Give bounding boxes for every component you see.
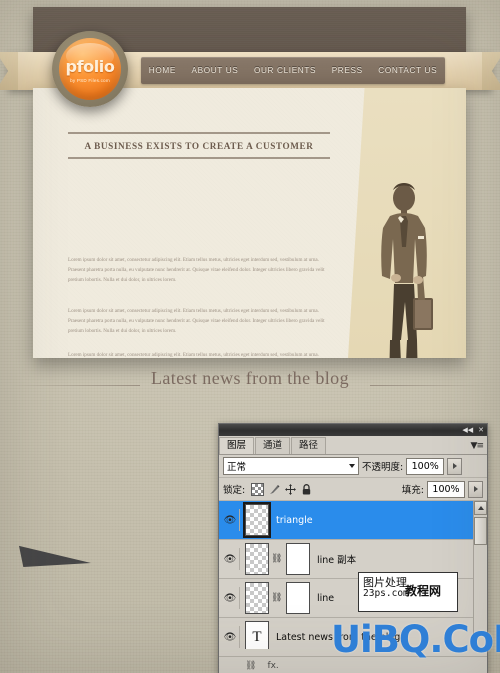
lock-row[interactable]: 锁定: 填充: 100%: [219, 478, 487, 501]
watermark-text: UiBQ.CoM: [331, 618, 500, 661]
layer-style-fx-icon[interactable]: fx.: [267, 661, 278, 671]
layer-visibility-eye-icon[interactable]: 👁: [221, 509, 240, 531]
headline-rule-top: [68, 132, 330, 134]
chevron-down-icon[interactable]: [349, 464, 355, 468]
layer-visibility-eye-icon[interactable]: 👁: [221, 626, 240, 648]
layer-mask-link-icon[interactable]: ⛓: [271, 593, 282, 603]
text-layer-thumbnail[interactable]: T: [245, 621, 269, 649]
blog-section-title: Latest news from the blog: [151, 368, 349, 388]
scrollbar-thumb[interactable]: [474, 517, 487, 545]
layer-mask-thumbnail[interactable]: [286, 582, 310, 614]
blend-mode-value: 正常: [227, 462, 247, 473]
blog-divider-section: Latest news from the blog: [0, 368, 500, 402]
lock-icon-group[interactable]: [251, 482, 312, 496]
scroll-up-arrow-icon[interactable]: [474, 501, 487, 515]
fill-label: 填充:: [401, 485, 424, 496]
blend-mode-row[interactable]: 正常 不透明度: 100%: [219, 455, 487, 478]
layer-row-triangle[interactable]: 👁 triangle: [219, 501, 487, 540]
layer-visibility-eye-icon[interactable]: 👁: [221, 548, 240, 570]
layer-name[interactable]: triangle: [276, 515, 313, 526]
tab-channels[interactable]: 通道: [255, 437, 291, 454]
layer-mask-link-icon[interactable]: ⛓: [271, 554, 282, 564]
stamp-url-text: 23ps.com: [363, 588, 409, 599]
logo-wordmark: pfolio: [65, 57, 115, 76]
site-logo-badge[interactable]: pfolio by PSD Files.com: [52, 31, 128, 107]
nav-item-press[interactable]: PRESS: [330, 66, 365, 75]
collapse-icon[interactable]: ◀◀: [462, 426, 473, 434]
nav-item-contact-us[interactable]: CONTACT US: [376, 66, 439, 75]
hero-paragraph-3: Lorem ipsum dolor sit amet, consectetur …: [68, 352, 319, 358]
layer-name[interactable]: line 副本: [317, 552, 356, 566]
site-stamp-box: 图片处理 23ps.com 教程网: [358, 572, 458, 612]
layer-visibility-eye-icon[interactable]: 👁: [221, 587, 240, 609]
panel-tabs[interactable]: 图层 通道 路径 ▼≡: [219, 436, 487, 455]
link-layers-icon[interactable]: ⛓: [245, 661, 256, 671]
tab-layers[interactable]: 图层: [219, 437, 255, 454]
layer-thumbnail[interactable]: [245, 582, 269, 614]
layer-thumbnail[interactable]: [245, 543, 269, 575]
nav-item-our-clients[interactable]: OUR CLIENTS: [252, 66, 318, 75]
businessman-illustration: [381, 183, 433, 358]
blend-mode-select[interactable]: 正常: [223, 457, 359, 475]
hero-headline: A BUSINESS EXISTS TO CREATE A CUSTOMER: [84, 141, 314, 151]
fill-stepper[interactable]: [468, 480, 483, 498]
stamp-chinese-text-secondary: 教程网: [405, 584, 442, 598]
panel-titlebar[interactable]: ◀◀ ✕: [219, 424, 487, 436]
lock-all-padlock-icon[interactable]: [301, 483, 312, 495]
layer-mask-thumbnail[interactable]: [286, 543, 310, 575]
lock-image-brush-icon[interactable]: [269, 484, 280, 495]
main-navigation[interactable]: HOME ABOUT US OUR CLIENTS PRESS CONTACT …: [141, 57, 445, 84]
opacity-label: 不透明度:: [362, 462, 404, 473]
screenshot-root: HOME ABOUT US OUR CLIENTS PRESS CONTACT …: [0, 0, 500, 673]
logo-subtitle: by PSD Files.com: [70, 78, 110, 83]
nav-item-about-us[interactable]: ABOUT US: [189, 66, 240, 75]
layer-name[interactable]: line: [317, 593, 334, 604]
lock-position-move-icon[interactable]: [285, 483, 297, 495]
lock-label: 锁定:: [223, 485, 246, 496]
hero-paragraph-1: Lorem ipsum dolor sit amet, consectetur …: [68, 257, 325, 283]
panel-menu-icon[interactable]: ▼≡: [471, 441, 485, 451]
hero-content-card: A BUSINESS EXISTS TO CREATE A CUSTOMER L…: [33, 88, 466, 358]
headline-rule-bottom: [68, 157, 330, 159]
hero-paragraph-2: Lorem ipsum dolor sit amet, consectetur …: [68, 308, 325, 334]
nav-item-home[interactable]: HOME: [147, 66, 178, 75]
lock-transparency-icon[interactable]: [251, 482, 265, 496]
close-icon[interactable]: ✕: [478, 426, 484, 434]
tab-paths[interactable]: 路径: [291, 437, 327, 454]
layer-thumbnail[interactable]: [243, 502, 271, 538]
opacity-input[interactable]: 100%: [406, 457, 445, 475]
opacity-stepper[interactable]: [447, 457, 463, 475]
fill-input[interactable]: 100%: [427, 480, 465, 498]
logo-inner-circle: pfolio by PSD Files.com: [59, 38, 121, 100]
hero-headline-block: A BUSINESS EXISTS TO CREATE A CUSTOMER: [68, 132, 330, 159]
